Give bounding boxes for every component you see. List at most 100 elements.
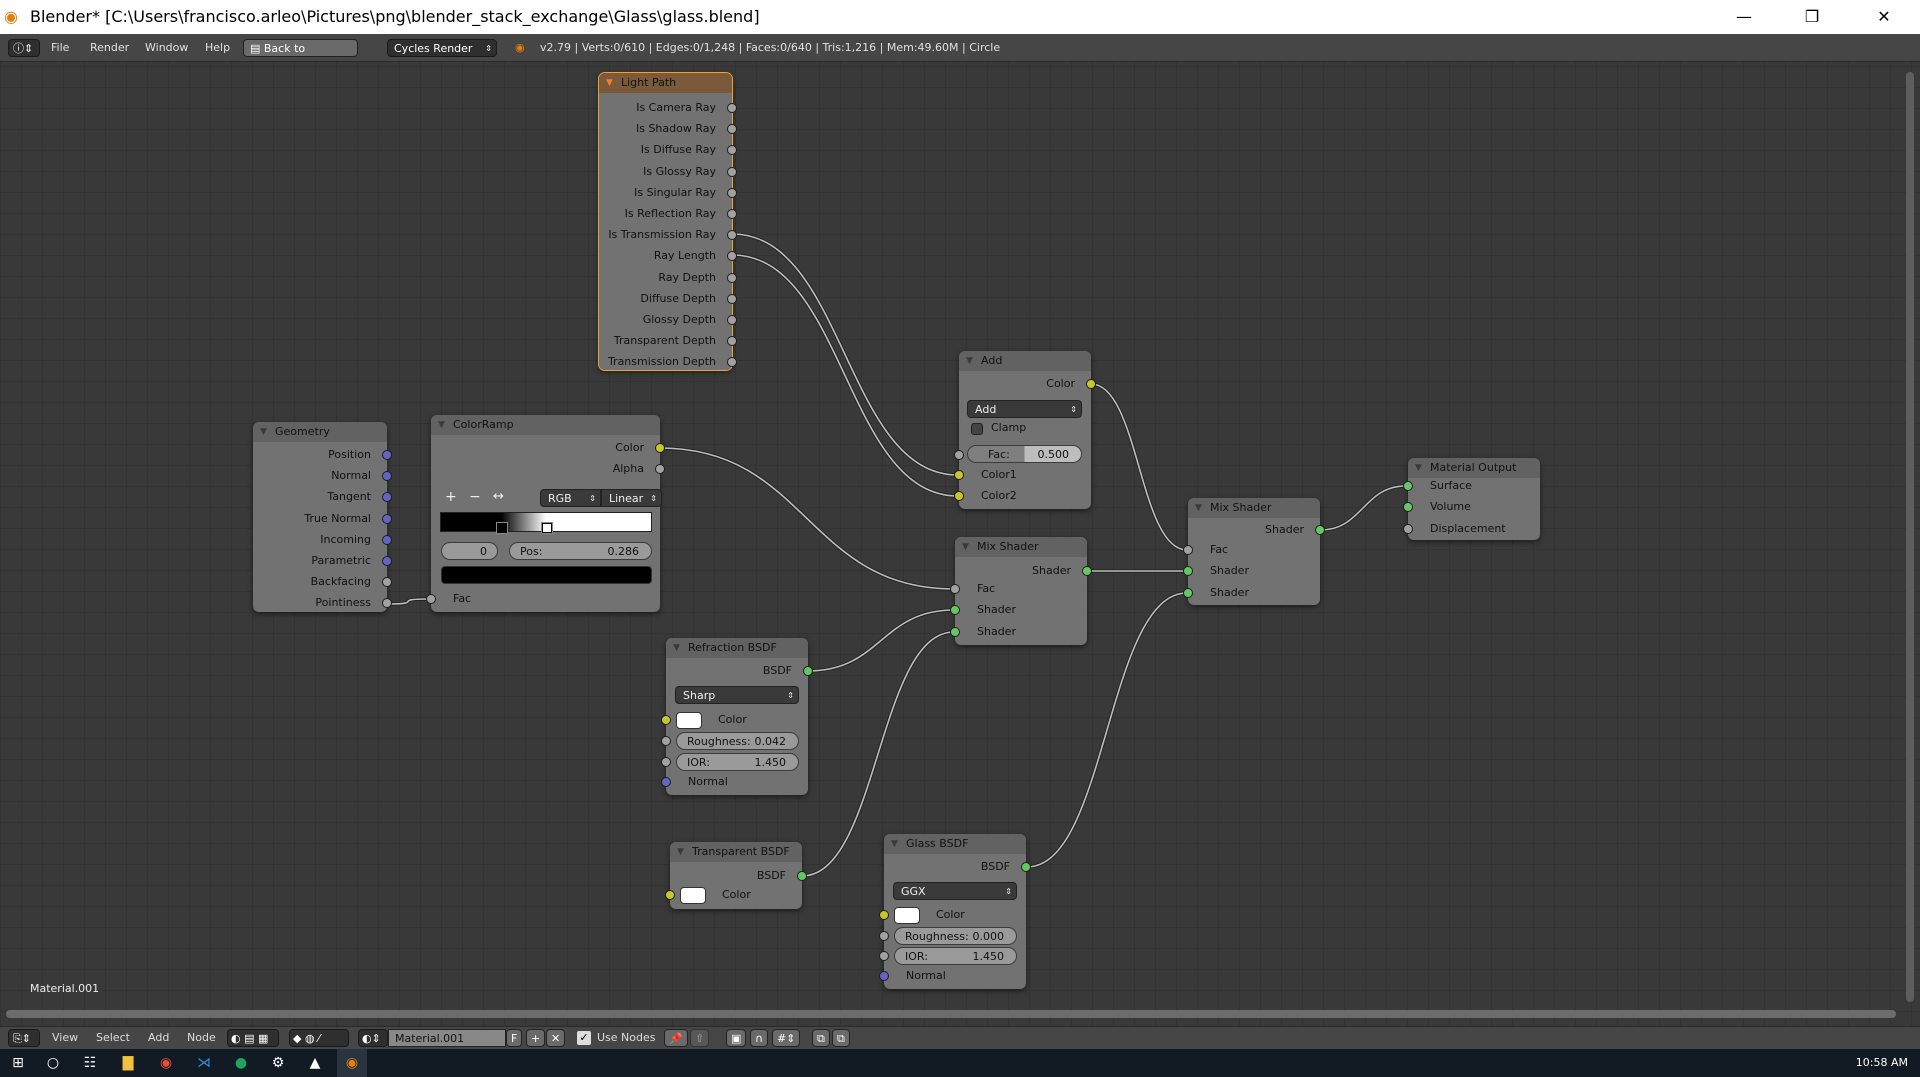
node-header[interactable]: ▼ Mix Shader xyxy=(955,537,1087,557)
parent-tree-icon[interactable]: ⇧ xyxy=(690,1029,710,1047)
ior-field[interactable]: IOR: 1.450 xyxy=(894,947,1017,965)
socket[interactable] xyxy=(382,450,392,460)
socket[interactable] xyxy=(661,777,671,787)
colorramp-node[interactable]: ▼ ColorRamp Color Alpha + − ↔ RGB ⇕ Linear… xyxy=(426,415,665,612)
transparent-bsdf-node[interactable]: ▼ Transparent BSDF BSDF Color xyxy=(665,842,807,909)
socket[interactable] xyxy=(727,272,737,283)
collapse-icon[interactable]: ▼ xyxy=(1415,458,1422,478)
node-header[interactable]: ▼ ColorRamp xyxy=(431,415,660,435)
hangouts-icon[interactable]: ● xyxy=(231,1053,251,1073)
socket[interactable] xyxy=(382,534,392,545)
socket[interactable] xyxy=(954,450,964,460)
refraction-bsdf-node[interactable]: ▼ Refraction BSDF BSDF Sharp ⇕ Color Rough… xyxy=(661,638,813,795)
socket[interactable] xyxy=(797,871,807,881)
shader-type-buttons[interactable]: ◆ ◍ ⁄ xyxy=(289,1029,349,1047)
color-swatch[interactable] xyxy=(894,907,920,924)
vertical-scrollbar[interactable] xyxy=(1906,72,1914,1002)
collapse-icon[interactable]: ▼ xyxy=(260,422,267,442)
socket[interactable] xyxy=(1403,502,1413,512)
light-path-node[interactable]: ▼ Light Path Is Camera Ray Is Shadow Ray Is… xyxy=(598,72,737,371)
start-icon[interactable]: ⊞ xyxy=(8,1053,28,1073)
socket[interactable] xyxy=(727,103,737,113)
add-stop-button[interactable]: + xyxy=(445,489,457,505)
socket[interactable] xyxy=(727,209,737,219)
snap-element-icon[interactable]: #⇕ xyxy=(772,1029,801,1047)
blend-type-select[interactable]: Add ⇕ xyxy=(967,400,1082,418)
material-output-node[interactable]: ▼ Material Output Surface Volume Displace… xyxy=(1403,458,1540,540)
menu-select[interactable]: Select xyxy=(96,1029,130,1047)
use-nodes-checkbox[interactable]: ✓ xyxy=(577,1031,591,1045)
socket[interactable] xyxy=(879,951,889,961)
socket[interactable] xyxy=(727,293,737,304)
socket[interactable] xyxy=(426,594,436,604)
menu-render[interactable]: Render xyxy=(90,39,129,57)
node-header[interactable]: ▼ Glass BSDF xyxy=(884,834,1026,854)
menu-file[interactable]: File xyxy=(51,39,69,57)
socket[interactable] xyxy=(727,315,737,325)
socket[interactable] xyxy=(727,166,737,177)
menu-help[interactable]: Help xyxy=(205,39,230,57)
glass-bsdf-node[interactable]: ▼ Glass BSDF BSDF GGX ⇕ Color Roughness: 0.… xyxy=(879,834,1031,989)
fake-user-button[interactable]: F xyxy=(506,1029,523,1047)
socket[interactable] xyxy=(954,470,964,480)
editor-type-button[interactable]: ⎘⇕ xyxy=(8,1029,40,1047)
flip-ramp-button[interactable]: ↔ xyxy=(493,489,504,504)
socket[interactable] xyxy=(1315,525,1325,535)
socket[interactable] xyxy=(655,464,665,474)
socket[interactable] xyxy=(382,556,392,566)
geometry-node[interactable]: ▼ Geometry Position Normal Tangent True Norm… xyxy=(253,422,392,612)
collapse-icon[interactable]: ▼ xyxy=(1195,498,1202,518)
color-swatch[interactable] xyxy=(676,712,702,729)
editor-type-button[interactable]: ⓘ⇕ xyxy=(8,39,40,57)
color-swatch[interactable] xyxy=(680,887,706,904)
collapse-icon[interactable]: ▼ xyxy=(606,73,613,93)
node-header[interactable]: ▼ Light Path xyxy=(599,73,732,93)
mix-shader-node-1[interactable]: ▼ Mix Shader Shader Fac Shader Shader xyxy=(950,537,1092,645)
socket[interactable] xyxy=(655,443,665,453)
socket[interactable] xyxy=(950,584,960,594)
socket[interactable] xyxy=(661,715,671,725)
socket[interactable] xyxy=(1021,862,1031,872)
blender-taskbar-icon[interactable]: ◉ xyxy=(337,1049,367,1077)
back-to-previous-button[interactable]: ▤ Back to Previous xyxy=(243,39,358,73)
add-mix-node[interactable]: ▼ Add Color Add ⇕ Clamp Fac: 0.500 Color1 C… xyxy=(954,351,1096,509)
task-view-icon[interactable]: ☷ xyxy=(80,1053,100,1073)
minimize-button[interactable]: — xyxy=(1716,0,1772,34)
menu-node[interactable]: Node xyxy=(187,1029,216,1047)
close-button[interactable]: ✕ xyxy=(1856,0,1912,34)
restore-button[interactable]: ❐ xyxy=(1784,0,1840,34)
socket[interactable] xyxy=(1403,524,1413,534)
socket[interactable] xyxy=(879,971,889,981)
collapse-icon[interactable]: ▼ xyxy=(438,415,445,435)
ior-field[interactable]: IOR: 1.450 xyxy=(676,753,799,771)
socket[interactable] xyxy=(1183,545,1193,555)
copy-nodes-icon[interactable]: ⧉ xyxy=(812,1029,830,1047)
backdrop-icon[interactable]: ▣ xyxy=(726,1029,747,1047)
distribution-select[interactable]: GGX ⇕ xyxy=(893,882,1017,900)
node-header[interactable]: ▼ Add xyxy=(959,351,1091,371)
horizontal-scrollbar[interactable] xyxy=(6,1010,1896,1018)
inkscape-icon[interactable]: ▲ xyxy=(305,1053,325,1073)
clamp-checkbox[interactable] xyxy=(971,423,983,435)
socket[interactable] xyxy=(1183,588,1193,598)
stop-index-field[interactable]: 0 xyxy=(441,542,498,560)
mix-shader-node-2[interactable]: ▼ Mix Shader Shader Fac Shader Shader xyxy=(1183,498,1325,605)
interpolation-select[interactable]: Linear ⇕ xyxy=(601,489,662,507)
stop-position-field[interactable]: Pos: 0.286 xyxy=(509,542,652,560)
socket[interactable] xyxy=(950,605,960,615)
socket[interactable] xyxy=(1082,566,1092,576)
pin-icon[interactable]: 📌 xyxy=(664,1029,688,1047)
material-name-field[interactable]: Material.001 xyxy=(388,1029,506,1047)
ramp-stop-handle[interactable] xyxy=(495,522,508,534)
collapse-icon[interactable]: ▼ xyxy=(677,842,684,862)
socket[interactable] xyxy=(1086,379,1096,389)
node-header[interactable]: ▼ Geometry xyxy=(253,422,387,442)
collapse-icon[interactable]: ▼ xyxy=(891,834,898,854)
socket[interactable] xyxy=(661,736,671,746)
file-explorer-icon[interactable]: ▇ xyxy=(118,1053,138,1073)
menu-view[interactable]: View xyxy=(52,1029,78,1047)
fac-field[interactable]: Fac: 0.500 xyxy=(967,445,1082,463)
snap-icon[interactable]: ∩ xyxy=(750,1029,769,1047)
node-header[interactable]: ▼ Refraction BSDF xyxy=(666,638,808,658)
roughness-field[interactable]: Roughness: 0.000 xyxy=(894,927,1017,945)
